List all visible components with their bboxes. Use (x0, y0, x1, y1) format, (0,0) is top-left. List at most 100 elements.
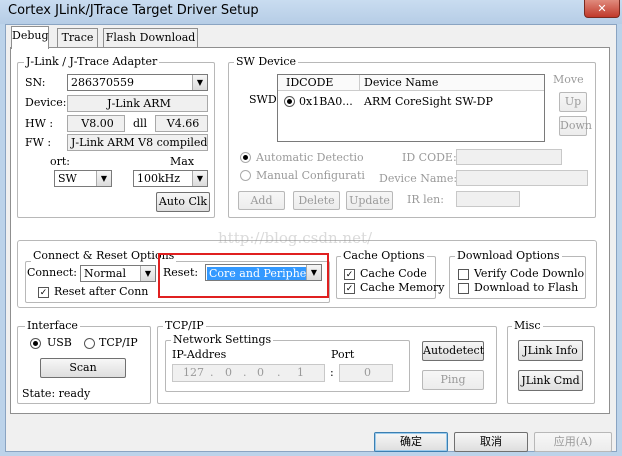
ping-button[interactable]: Ping (422, 370, 484, 390)
auto-detect-label: Automatic Detectio (256, 151, 364, 164)
cache-memory-label: Cache Memory (360, 281, 445, 294)
state-label: State: ready (22, 387, 91, 400)
tab-debug[interactable]: Debug (11, 26, 49, 49)
delete-button[interactable]: Delete (293, 191, 340, 210)
device-label: Device: (25, 96, 67, 109)
interface-title: Interface (25, 319, 80, 332)
dll-field: V4.66 (155, 115, 208, 132)
cache-code-checkbox[interactable]: ✓ (344, 269, 355, 280)
move-up-button[interactable]: Up (559, 92, 587, 112)
port-select[interactable]: SW ▼ (54, 170, 112, 187)
reset-label: Reset: (163, 266, 199, 279)
device-table: IDCODE Device Name 0x1BA0... ARM CoreSig… (277, 74, 545, 142)
cancel-button[interactable]: 取消 (454, 432, 528, 452)
misc-group (507, 326, 595, 404)
chevron-down-icon[interactable]: ▼ (306, 265, 321, 280)
port-separator: : (330, 366, 334, 379)
autodetect-button[interactable]: Autodetect (422, 341, 484, 361)
tcpip-radio[interactable] (84, 338, 95, 349)
apply-button[interactable]: 应用(A) (534, 432, 612, 452)
connect-value: Normal (84, 267, 127, 280)
ip-octet-3: 0 (257, 366, 264, 379)
max-clock-label: Max (170, 155, 195, 168)
cache-memory-checkbox[interactable]: ✓ (344, 283, 355, 294)
tab-trace[interactable]: Trace (57, 28, 98, 48)
scan-button[interactable]: Scan (40, 358, 126, 378)
jlink-adapter-title: J-Link / J-Trace Adapter (24, 55, 160, 68)
close-button[interactable]: ✕ (584, 0, 620, 18)
col-divider (359, 75, 360, 91)
dll-label: dll (133, 117, 148, 130)
ir-len-input[interactable] (456, 191, 520, 207)
tab-flash-download[interactable]: Flash Download (103, 28, 198, 48)
port-number-label: Port (331, 348, 355, 361)
reset-value: Core and Periphe (207, 267, 309, 280)
table-row[interactable]: 0x1BA0... ARM CoreSight SW-DP (278, 93, 544, 111)
cache-options-title: Cache Options (341, 249, 427, 262)
usb-label: USB (47, 336, 72, 349)
ip-address-label: IP-Addres (172, 348, 227, 361)
row-device-name: ARM CoreSight SW-DP (364, 95, 493, 108)
row-select-radio[interactable] (284, 96, 295, 107)
device-name-label: Device Name: (379, 172, 458, 185)
chevron-down-icon[interactable]: ▼ (192, 171, 207, 186)
auto-detect-radio[interactable] (240, 152, 251, 163)
jlink-info-button[interactable]: JLink Info (518, 340, 583, 361)
fw-label: FW : (25, 136, 52, 149)
reset-after-connect-checkbox[interactable]: ✓ (38, 287, 49, 298)
usb-radio[interactable] (30, 338, 41, 349)
add-button[interactable]: Add (238, 191, 285, 210)
manual-config-label: Manual Configurati (256, 169, 365, 182)
tcpip-radio-label: TCP/IP (99, 336, 138, 349)
verify-code-label: Verify Code Downlo (474, 267, 585, 280)
fw-field: J-Link ARM V8 compiled J (67, 134, 208, 151)
port-value: SW (58, 172, 77, 185)
sw-device-title: SW Device (234, 55, 299, 68)
chevron-down-icon[interactable]: ▼ (140, 266, 155, 281)
device-field: J-Link ARM (67, 95, 208, 112)
verify-code-checkbox[interactable] (458, 269, 469, 280)
sn-label: SN: (25, 76, 46, 89)
col-device-name: Device Name (364, 76, 439, 89)
reset-select[interactable]: Core and Periphe ▼ (205, 264, 322, 281)
id-code-input[interactable] (456, 149, 562, 165)
col-idcode: IDCODE (286, 76, 334, 89)
network-settings-title: Network Settings (171, 333, 274, 346)
sn-value: 286370559 (71, 76, 134, 89)
port-number-input[interactable]: 0 (339, 364, 393, 382)
sn-select[interactable]: 286370559 ▼ (67, 74, 208, 91)
tcpip-title: TCP/IP (163, 319, 206, 332)
chevron-down-icon[interactable]: ▼ (192, 75, 207, 90)
ip-address-input[interactable]: 127 . 0 . 0 . 1 (172, 364, 325, 382)
port-label: ort: (50, 155, 71, 168)
device-name-input[interactable] (456, 170, 588, 186)
close-icon: ✕ (597, 2, 607, 15)
window-title: Cortex JLink/JTrace Target Driver Setup (8, 3, 259, 18)
id-code-label: ID CODE: (402, 151, 457, 164)
ip-octet-1: 127 (183, 366, 204, 379)
ir-len-label: IR len: (407, 193, 444, 206)
max-clock-select[interactable]: 100kHz ▼ (133, 170, 208, 187)
ip-octet-2: 0 (225, 366, 232, 379)
chevron-down-icon[interactable]: ▼ (96, 171, 111, 186)
move-label: Move (553, 73, 584, 86)
row-idcode: 0x1BA0... (299, 95, 353, 108)
jlink-cmd-button[interactable]: JLink Cmd (518, 370, 583, 391)
cache-code-label: Cache Code (360, 267, 427, 280)
ok-button[interactable]: 确定 (374, 432, 448, 452)
move-down-button[interactable]: Down (559, 116, 592, 136)
download-flash-checkbox[interactable] (458, 283, 469, 294)
max-clock-value: 100kHz (137, 172, 181, 185)
auto-clk-button[interactable]: Auto Clk (156, 192, 210, 212)
connect-label: Connect: (27, 266, 78, 279)
hw-field: V8.00 (67, 115, 125, 132)
reset-after-connect-label: Reset after Conn (54, 285, 149, 298)
download-flash-label: Download to Flash (474, 281, 579, 294)
download-options-title: Download Options (455, 249, 562, 262)
connect-select[interactable]: Normal ▼ (80, 265, 156, 282)
connect-reset-title: Connect & Reset Options (31, 249, 177, 262)
update-button[interactable]: Update (346, 191, 393, 210)
misc-title: Misc (512, 319, 543, 332)
watermark-text: http://blog.csdn.net/ (218, 229, 373, 247)
manual-config-radio[interactable] (240, 170, 251, 181)
